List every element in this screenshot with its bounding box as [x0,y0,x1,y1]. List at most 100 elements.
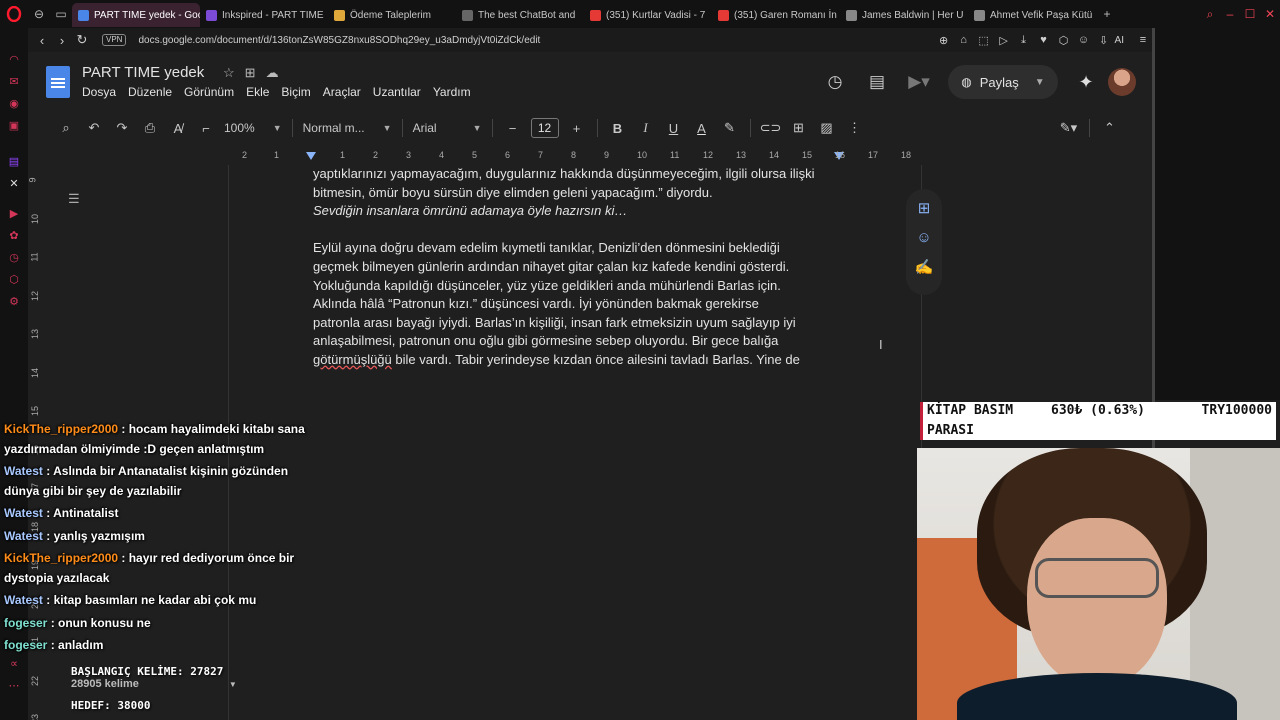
extensions-bar-icon[interactable]: ⬡ [1055,34,1073,47]
messenger-icon[interactable]: ✉ [0,70,28,92]
menu-item[interactable]: Uzantılar [373,85,421,99]
chat-username[interactable]: fogeser [4,616,47,630]
editing-mode-icon[interactable]: ✎▾ [1055,116,1083,140]
style-select[interactable]: Normal m... ▼ [299,116,396,140]
chat-username[interactable]: KickThe_ripper2000 [4,551,118,565]
ai-button[interactable]: AI [1115,35,1124,46]
zoom-icon[interactable]: ⊕ [935,34,953,47]
settings-icon[interactable]: ⚙ [0,290,28,312]
opera-logo-icon[interactable] [0,0,28,28]
camera-icon[interactable]: ⌂ [955,34,973,46]
document-title[interactable]: PART TIME yedek [82,64,204,81]
browser-tab[interactable]: (351) Kurtlar Vadisi - 7 [584,3,712,27]
menu-item[interactable]: Görünüm [184,85,234,99]
underline-icon[interactable]: U [660,116,688,140]
heart-icon[interactable]: ♥ [1035,34,1053,46]
star-icon[interactable]: ☆ [223,65,235,81]
menu-item[interactable]: Yardım [433,85,471,99]
snapshot-icon[interactable]: ⬚ [975,34,993,47]
chat-username[interactable]: Watest [4,464,43,478]
word-count-badge[interactable]: 28905 kelime ▼ [71,678,237,690]
maximize-icon[interactable]: ☐ [1240,7,1260,21]
spellcheck-icon[interactable]: A̸ [164,116,192,140]
decrease-font-icon[interactable]: − [499,116,527,140]
share-button[interactable]: ◍ Paylaş ▼ [948,65,1058,99]
text-color-icon[interactable]: A [688,116,716,140]
increase-font-icon[interactable]: + [563,116,591,140]
meet-icon[interactable]: ▶▾ [898,72,940,92]
menu-item[interactable]: Ekle [246,85,269,99]
workspace-icon[interactable]: ▭ [50,0,72,28]
bold-icon[interactable]: B [604,116,632,140]
sidebar-dots-icon[interactable]: ⋯ [0,674,28,696]
close-window-icon[interactable]: ✕ [1260,7,1280,21]
chat-username[interactable]: fogeser [4,638,47,652]
aria-icon[interactable]: ◠ [0,48,28,70]
cloud-status-icon[interactable]: ☁ [266,65,279,81]
comments-icon[interactable]: ▤ [856,72,898,92]
add-comment-icon[interactable]: ⊞ [918,199,931,217]
easy-setup-icon[interactable]: ≡ [1134,34,1152,46]
url-field[interactable]: docs.google.com/document/d/136tonZsW85GZ… [138,35,540,46]
left-indent-marker[interactable] [306,152,316,160]
browser-tab[interactable]: The best ChatBot and [456,3,584,27]
browser-tab[interactable]: James Baldwin | Her U [840,3,968,27]
add-comment-icon[interactable]: ⊞ [785,116,813,140]
menu-item[interactable]: Biçim [281,85,310,99]
paint-format-icon[interactable]: ⌐ [192,116,220,140]
version-history-icon[interactable]: ◷ [814,72,856,92]
browser-tab[interactable]: (351) Garen Romanı İn [712,3,840,27]
download-icon[interactable]: ⤓ [1015,34,1033,47]
minimize-icon[interactable]: – [1220,7,1240,21]
font-size-input[interactable]: 12 [530,118,559,138]
share-caret-icon[interactable]: ▼ [1035,77,1045,88]
player-icon-bar[interactable]: ▷ [995,34,1013,47]
menu-item[interactable]: Araçlar [323,85,361,99]
menu-item[interactable]: Düzenle [128,85,172,99]
redo-icon[interactable]: ↷ [108,116,136,140]
link-icon[interactable]: ⊂⊃ [757,116,785,140]
highlight-icon[interactable]: ✎ [716,116,744,140]
chat-username[interactable]: KickThe_ripper2000 [4,422,118,436]
docs-logo-icon[interactable] [46,66,70,98]
pinboard-icon[interactable]: ✿ [0,224,28,246]
more-options-icon[interactable]: ⋮ [841,116,869,140]
profile-icon[interactable]: ☺ [1075,34,1093,46]
download-manager-icon[interactable]: ⇩ [1095,34,1113,47]
chat-username[interactable]: Watest [4,529,43,543]
chat-username[interactable]: Watest [4,506,43,520]
new-tab-button[interactable]: + [1096,0,1118,28]
extensions-icon[interactable]: ⬡ [0,268,28,290]
instagram-icon[interactable]: ▣ [0,114,28,136]
misspelled-word[interactable]: götürmüşlüğü [313,352,392,367]
document-page[interactable]: yaptıklarınızı yapmayacağım, duygularını… [228,165,922,720]
move-folder-icon[interactable]: ⊞ [245,65,256,81]
vpn-badge[interactable]: VPN [102,34,127,46]
document-body[interactable]: yaptıklarınızı yapmayacağım, duygularını… [313,165,853,370]
menu-item[interactable]: Dosya [82,85,116,99]
reload-icon[interactable]: ↻ [72,32,92,48]
twitch-icon[interactable]: ▤ [0,150,28,172]
italic-icon[interactable]: I [632,116,660,140]
collapse-menus-icon[interactable]: ⌃ [1096,116,1124,140]
whatsapp-icon[interactable]: ◉ [0,92,28,114]
browser-tab[interactable]: Ahmet Vefik Paşa Kütü [968,3,1096,27]
emoji-reaction-icon[interactable]: ☺ [916,229,931,246]
print-icon[interactable]: ⎙ [136,116,164,140]
horizontal-ruler[interactable]: 2 1 1 2 3 4 5 6 7 8 9 10 11 12 13 14 15 16 17 18 [228,149,924,165]
back-icon[interactable]: ‹ [32,33,52,48]
undo-icon[interactable]: ↶ [80,116,108,140]
zoom-select[interactable]: 100% ▼ [220,116,286,140]
player-icon[interactable]: ▶ [0,202,28,224]
forward-icon[interactable]: › [52,33,72,48]
x-icon[interactable]: ✕ [0,172,28,194]
history-icon[interactable]: ◷ [0,246,28,268]
gemini-icon[interactable]: ✦ [1066,72,1106,93]
avatar[interactable] [1108,68,1136,96]
outline-icon[interactable]: ☰ [68,191,80,207]
font-select[interactable]: Arial ▼ [409,116,486,140]
tab-menu-icon[interactable]: ⊖ [28,0,50,28]
chat-username[interactable]: Watest [4,593,43,607]
suggest-edits-icon[interactable]: ✍ [915,258,934,276]
search-tabs-icon[interactable]: ⌕ [1200,7,1220,22]
